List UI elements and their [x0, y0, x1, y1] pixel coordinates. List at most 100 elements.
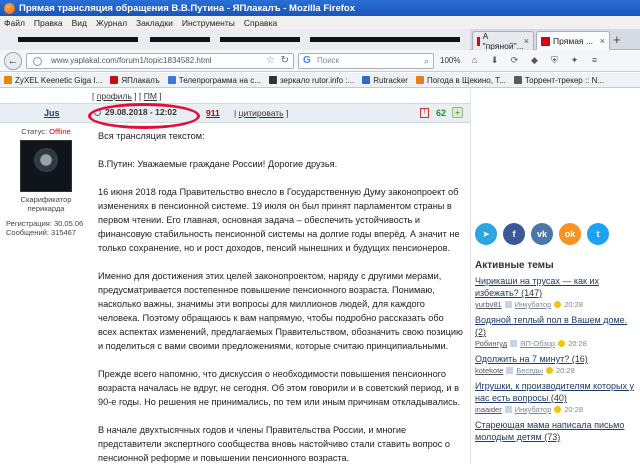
forum-main-column: [ профиль ] [ ПМ ] Jus 29.08.2018 - 12:0…: [0, 89, 470, 464]
shield-icon[interactable]: ⛨: [548, 54, 560, 66]
bookmark-rutracker[interactable]: Rutracker: [362, 76, 408, 85]
home-icon[interactable]: ⌂: [468, 54, 480, 66]
menu-edit[interactable]: Правка: [34, 18, 63, 28]
facebook-icon[interactable]: f: [503, 223, 525, 245]
menu-bar: Файл Правка Вид Журнал Закладки Инструме…: [0, 16, 640, 29]
menu-help[interactable]: Справка: [244, 18, 277, 28]
menu-file[interactable]: Файл: [4, 18, 25, 28]
bookmark-weather[interactable]: Погода в Щекино, Т...: [415, 76, 506, 85]
close-icon[interactable]: ×: [524, 36, 529, 46]
quote-link[interactable]: цитировать: [239, 108, 284, 118]
menu-view[interactable]: Вид: [72, 18, 87, 28]
search-icon[interactable]: ⌕: [424, 54, 429, 68]
profile-link[interactable]: профиль: [97, 91, 132, 101]
topic-item: Игрушки, к производителям которых у нас …: [475, 380, 637, 414]
topic-link[interactable]: Водяной теплый пол в Вашем доме. (2): [475, 314, 637, 338]
rate-plus-button[interactable]: +: [452, 107, 463, 118]
avatar[interactable]: [20, 140, 72, 192]
topic-link[interactable]: Стареющая мама написала письмо молодым д…: [475, 419, 637, 443]
firefox-icon: [4, 2, 15, 14]
topic-category[interactable]: Инкубатор: [515, 300, 552, 309]
hamburger-menu-icon[interactable]: ≡: [588, 54, 600, 66]
tab-2-active[interactable]: Прямая ... ×: [536, 31, 610, 50]
post-paragraph: 16 июня 2018 года Правительство внесло в…: [98, 187, 460, 253]
search-box[interactable]: G Поиск ⌕: [298, 53, 434, 69]
author-title-line1: Скарификатор: [20, 195, 72, 204]
redacted-bar: [18, 37, 138, 42]
topic-item: Стареющая мама написала письмо молодым д…: [475, 419, 637, 443]
close-icon[interactable]: ×: [600, 36, 605, 46]
bookmark-zyxel[interactable]: ZyXEL Keenetic Giga I...: [4, 76, 102, 85]
sync-icon[interactable]: ⟳: [508, 54, 520, 66]
topic-author[interactable]: yurbv81: [475, 300, 502, 309]
author-status: Статус: Offline: [21, 127, 71, 136]
post-top-links: [ профиль ] [ ПМ ]: [92, 91, 162, 101]
topic-author[interactable]: inaaider: [475, 405, 502, 414]
bookmark-icon: [513, 76, 522, 84]
telegram-icon[interactable]: ➤: [475, 223, 497, 245]
yaplakal-favicon: [541, 36, 550, 46]
topic-time: 20:28: [564, 300, 584, 309]
search-placeholder: Поиск: [317, 56, 340, 65]
active-topics-list: Чирикаши на трусах — как их избежать? (1…: [475, 275, 637, 448]
topic-time: 20:28: [555, 366, 575, 375]
topic-time: 20:28: [564, 405, 584, 414]
report-icon[interactable]: !: [420, 108, 429, 118]
topic-link[interactable]: Игрушки, к производителям которых у нас …: [475, 380, 637, 404]
menu-bookmarks[interactable]: Закладки: [136, 18, 173, 28]
topic-link[interactable]: Одолжить на 7 минут? (16): [475, 353, 637, 365]
bookmark-tvprogram[interactable]: Телепрограмма на с...: [167, 76, 261, 85]
sidebar: ➤ f vk ok t Активные темы Чирикаши на тр…: [470, 89, 640, 464]
extension-icon[interactable]: ✦: [568, 54, 580, 66]
topic-category[interactable]: Инкубатор: [515, 405, 552, 414]
menu-tools[interactable]: Инструменты: [182, 18, 235, 28]
category-icon: [504, 406, 512, 413]
post-author[interactable]: Jus: [44, 108, 60, 118]
redacted-bar: [150, 37, 210, 42]
url-bar[interactable]: www.yaplakal.com/forum1/topic1834582.htm…: [26, 53, 294, 69]
clock-icon: [558, 340, 566, 347]
author-registration: Регистрация: 30.05.06: [6, 219, 84, 228]
author-meta: Регистрация: 30.05.06 Сообщений: 315467: [0, 219, 92, 237]
topic-item: Чирикаши на трусах — как их избежать? (1…: [475, 275, 637, 309]
topic-category[interactable]: Беседы: [516, 366, 543, 375]
reload-icon[interactable]: ↻: [281, 54, 289, 68]
bookmark-icon: [415, 76, 424, 84]
odnoklassniki-icon[interactable]: ok: [559, 223, 581, 245]
bookmarks-toolbar: ZyXEL Keenetic Giga I... ЯПлакалъ Телепр…: [0, 73, 640, 88]
url-text: www.yaplakal.com/forum1/topic1834582.htm…: [51, 56, 212, 65]
tab-1[interactable]: А "пряной"... ×: [472, 31, 534, 51]
topic-link[interactable]: Чирикаши на трусах — как их избежать? (1…: [475, 275, 637, 299]
back-button[interactable]: ←: [4, 52, 22, 70]
pm-link[interactable]: ПМ: [144, 91, 157, 101]
topic-author[interactable]: Робингуд: [475, 339, 507, 348]
vk-icon[interactable]: vk: [531, 223, 553, 245]
clock-icon: [554, 301, 562, 308]
bookmark-yaplakal[interactable]: ЯПлакалъ: [110, 76, 160, 85]
menu-history[interactable]: Журнал: [96, 18, 127, 28]
post-body: Вся трансляция текстом: В.Путин: Уважаем…: [98, 129, 464, 464]
topic-item: Одолжить на 7 минут? (16) kotekote Беседы…: [475, 353, 637, 375]
post-paragraph: Прежде всего напомню, что дискуссия о не…: [98, 369, 461, 407]
download-icon[interactable]: ⬇: [488, 54, 500, 66]
new-tab-button[interactable]: +: [613, 32, 621, 47]
addon-icon[interactable]: ◆: [528, 54, 540, 66]
post-paragraph: Именно для достижения этих целей законоп…: [98, 271, 463, 351]
window-title: Прямая трансляция обращения В.В.Путина -…: [19, 2, 356, 14]
twitter-icon[interactable]: t: [587, 223, 609, 245]
bookmark-rutor[interactable]: зеркало rutor.info :...: [268, 76, 354, 85]
nav-bar: ← www.yaplakal.com/forum1/topic1834582.h…: [0, 50, 640, 72]
red-highlight-circle: [88, 103, 200, 129]
tab-strip: А "пряной"... × Прямая ... × +: [0, 29, 640, 51]
zoom-level[interactable]: 100%: [440, 56, 460, 65]
author-messages: Сообщений: 315467: [6, 228, 77, 237]
bookmark-star-icon[interactable]: ☆: [266, 54, 275, 68]
bookmark-icon: [268, 76, 277, 84]
post-number-link[interactable]: 911: [206, 108, 220, 118]
bookmark-torrent[interactable]: Торрент-трекер :: N...: [513, 76, 604, 85]
post-paragraph: В.Путин: Уважаемые граждане России! Доро…: [98, 159, 338, 169]
clock-icon: [545, 367, 553, 374]
topic-category[interactable]: ЯП-Обзор: [520, 339, 555, 348]
category-icon: [504, 301, 512, 308]
topic-author[interactable]: kotekote: [475, 366, 503, 375]
